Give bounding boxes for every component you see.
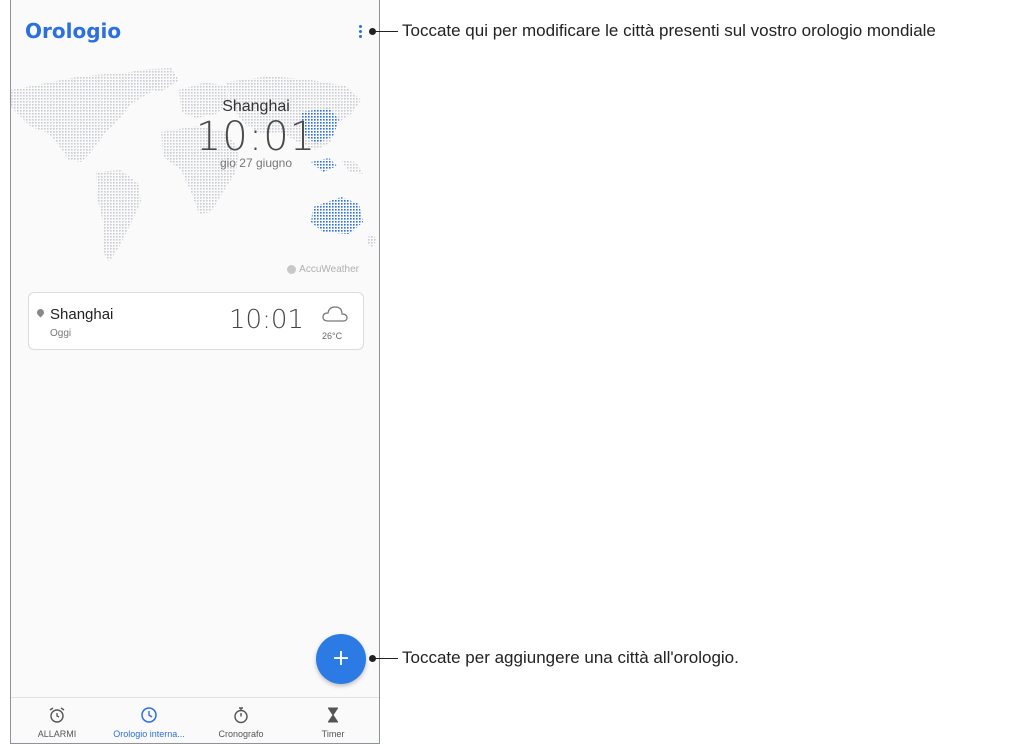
hourglass-icon bbox=[328, 707, 338, 723]
tab-timer-label: Timer bbox=[321, 729, 345, 739]
accuweather-logo-icon bbox=[287, 265, 297, 274]
more-options-icon bbox=[359, 25, 362, 28]
city-temperature: 26°C bbox=[322, 331, 343, 341]
accuweather-label: AccuWeather bbox=[299, 264, 359, 275]
alarm-icon bbox=[49, 707, 65, 723]
callout-fab-line bbox=[372, 658, 398, 659]
tab-timer[interactable]: Timer bbox=[287, 698, 379, 743]
world-map-dots bbox=[11, 68, 377, 262]
world-map: Shanghai 10:01 gio 27 giugno AccuWeather bbox=[11, 62, 379, 282]
callout-menu-line bbox=[372, 31, 398, 32]
phone-screen: Orologio Shanghai 10:01 gio 27 giugno Ac… bbox=[10, 0, 380, 744]
cloud-icon bbox=[322, 306, 348, 322]
bottom-navigation: ALLARMI Orologio interna... Cronografo T… bbox=[11, 697, 379, 743]
hero-time: 10:01 bbox=[195, 114, 317, 160]
accuweather-attribution: AccuWeather bbox=[287, 264, 359, 275]
tab-alarms-label: ALLARMI bbox=[37, 729, 77, 739]
city-day: Oggi bbox=[50, 328, 72, 339]
callout-fab-text: Toccate per aggiungere una città all'oro… bbox=[402, 648, 739, 667]
hero-clock: Shanghai 10:01 gio 27 giugno bbox=[191, 98, 321, 170]
plus-icon: + bbox=[331, 646, 351, 671]
tab-world-clock[interactable]: Orologio interna... bbox=[103, 698, 195, 743]
city-name: Shanghai bbox=[50, 306, 114, 323]
more-options-icon-dot bbox=[359, 35, 362, 38]
tab-stopwatch[interactable]: Cronografo bbox=[195, 698, 287, 743]
more-options-button[interactable] bbox=[351, 20, 369, 44]
tab-world-clock-label: Orologio interna... bbox=[113, 729, 185, 739]
tab-stopwatch-label: Cronografo bbox=[218, 729, 264, 739]
city-card-shanghai[interactable]: Shanghai Oggi 10:01 26°C bbox=[28, 292, 364, 350]
tab-alarms[interactable]: ALLARMI bbox=[11, 698, 103, 743]
clock-icon bbox=[141, 707, 157, 723]
location-pin-icon bbox=[35, 307, 46, 318]
app-title: Orologio bbox=[25, 19, 122, 43]
city-time: 10:01 bbox=[229, 305, 304, 335]
stopwatch-icon bbox=[234, 707, 248, 724]
more-options-icon-dot bbox=[359, 30, 362, 33]
add-city-button[interactable]: + bbox=[316, 634, 366, 684]
callout-menu-text: Toccate qui per modificare le città pres… bbox=[402, 21, 936, 40]
app-bar: Orologio bbox=[11, 0, 379, 62]
